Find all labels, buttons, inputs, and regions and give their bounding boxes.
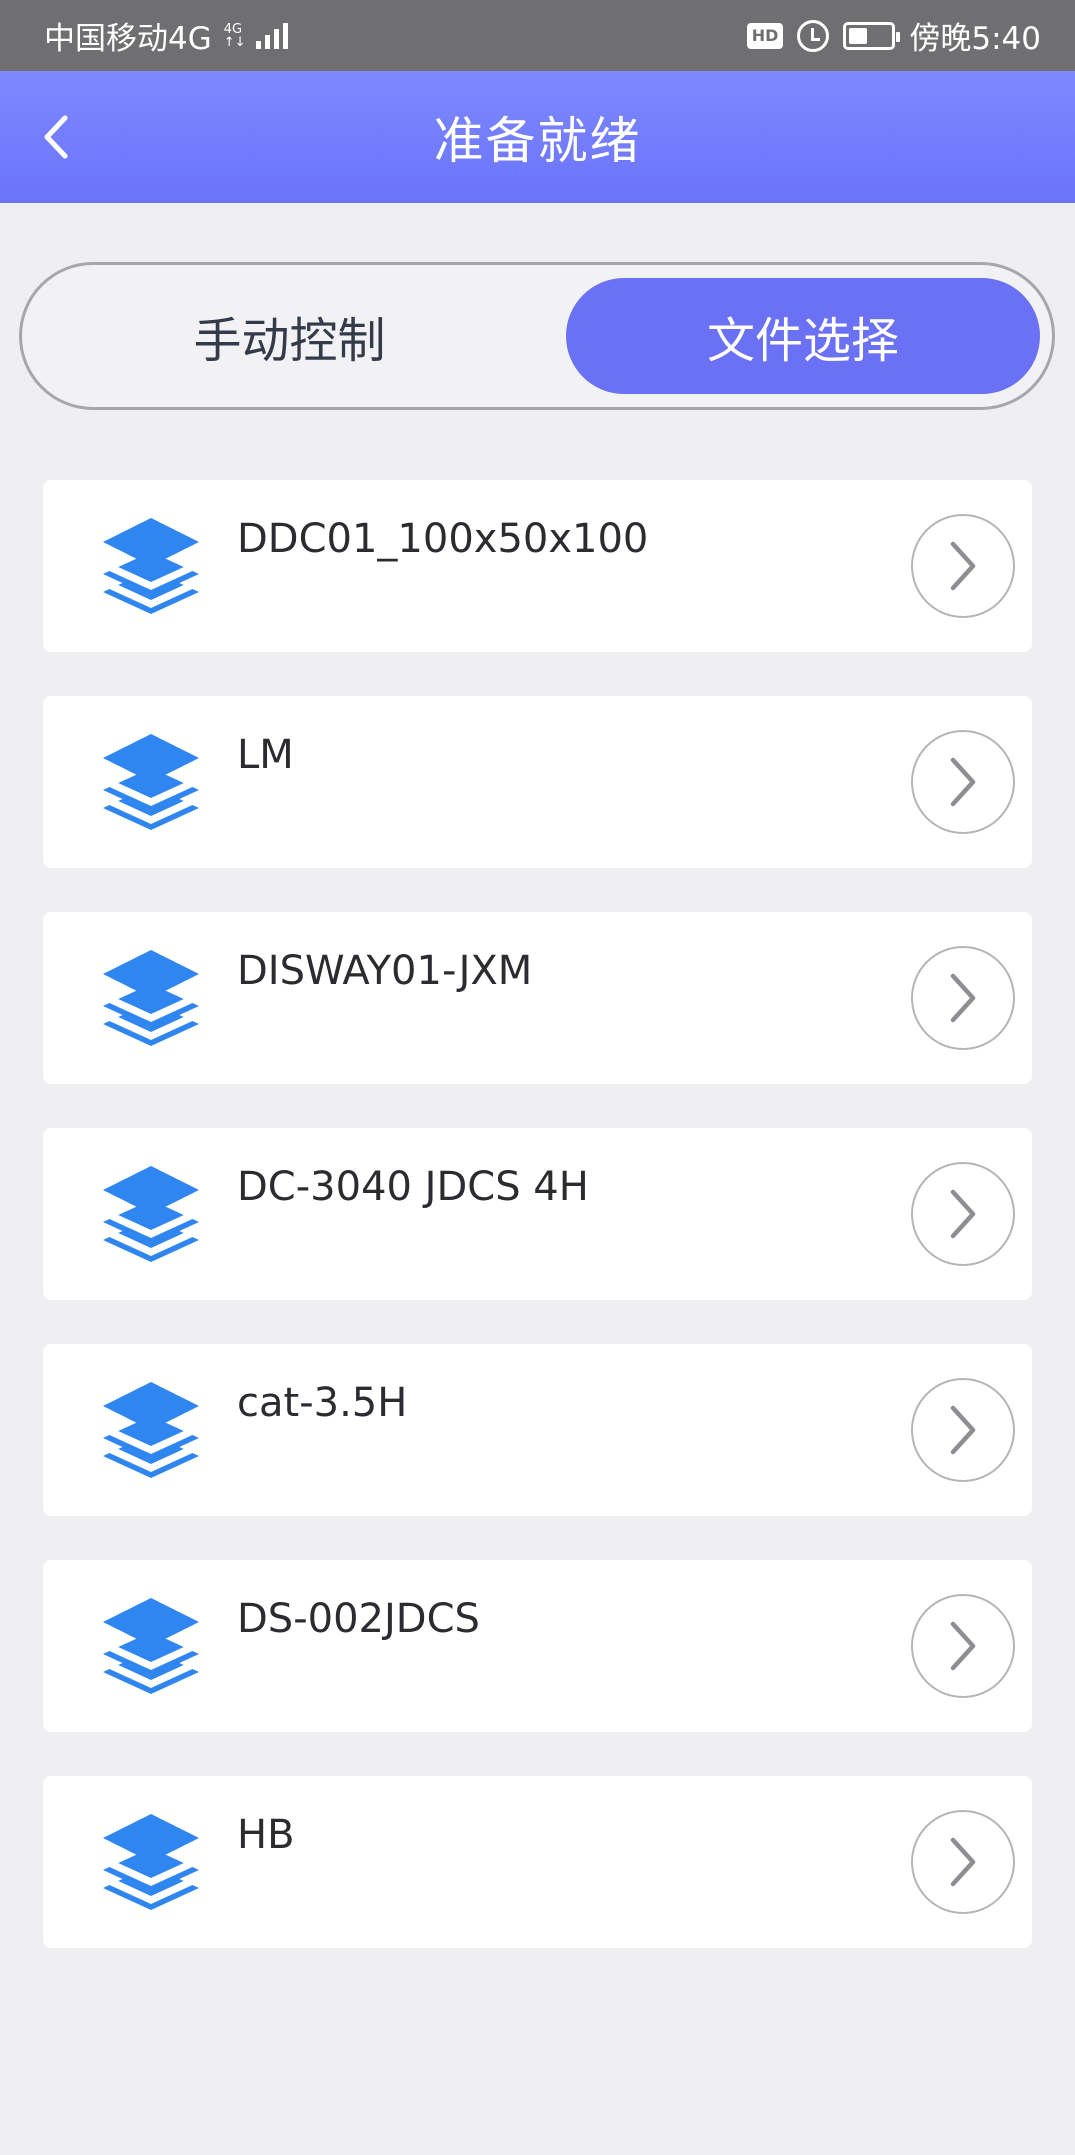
mode-segmented-control: 手动控制 文件选择 — [19, 262, 1055, 410]
list-item[interactable]: DDC01_100x50x100 — [43, 480, 1032, 652]
layers-icon — [103, 1598, 199, 1694]
chevron-left-icon — [44, 115, 68, 159]
status-bar: 中国移动4G 4G ↑↓ HD 傍晚5:40 — [0, 0, 1075, 71]
chevron-right-icon — [950, 1189, 976, 1239]
battery-icon — [843, 21, 901, 50]
open-file-button[interactable] — [911, 1378, 1015, 1482]
open-file-button[interactable] — [911, 514, 1015, 618]
network-indicator: 4G ↑↓ — [224, 23, 246, 49]
file-name: LM — [237, 732, 294, 778]
layers-icon — [103, 1814, 199, 1910]
chevron-right-icon — [950, 541, 976, 591]
network-type-top: 4G — [223, 21, 243, 37]
open-file-button[interactable] — [911, 946, 1015, 1050]
file-name: HB — [237, 1812, 295, 1858]
layers-icon — [103, 1382, 199, 1478]
open-file-button[interactable] — [911, 730, 1015, 834]
layers-icon — [103, 518, 199, 614]
open-file-button[interactable] — [911, 1594, 1015, 1698]
chevron-right-icon — [950, 1405, 976, 1455]
file-name: DS-002JDCS — [237, 1596, 480, 1642]
file-name: DDC01_100x50x100 — [237, 516, 649, 562]
status-right: HD 傍晚5:40 — [746, 13, 1041, 58]
app-header: 准备就绪 — [0, 71, 1075, 203]
list-item[interactable]: cat-3.5H — [43, 1344, 1032, 1516]
chevron-right-icon — [950, 1837, 976, 1887]
battery-fill — [849, 27, 868, 44]
chevron-right-icon — [950, 973, 976, 1023]
list-item[interactable]: HB — [43, 1776, 1032, 1948]
chevron-right-icon — [950, 757, 976, 807]
clock: 傍晚5:40 — [909, 21, 1041, 57]
signal-icon — [255, 22, 288, 49]
layers-icon — [103, 1166, 199, 1262]
file-name: DC-3040 JDCS 4H — [237, 1164, 589, 1210]
open-file-button[interactable] — [911, 1162, 1015, 1266]
layers-icon — [103, 734, 199, 830]
page-title: 准备就绪 — [433, 112, 642, 170]
list-item[interactable]: DC-3040 JDCS 4H — [43, 1128, 1032, 1300]
list-item[interactable]: DISWAY01-JXM — [43, 912, 1032, 1084]
tab-manual-control[interactable]: 手动控制 — [32, 278, 547, 394]
hd-icon: HD — [746, 22, 784, 49]
file-name: cat-3.5H — [237, 1380, 408, 1426]
list-item[interactable]: LM — [43, 696, 1032, 868]
chevron-right-icon — [950, 1621, 976, 1671]
carrier-label: 中国移动4G — [44, 21, 212, 57]
layers-icon — [103, 950, 199, 1046]
network-type-bottom: ↑↓ — [223, 34, 246, 50]
tab-file-select[interactable]: 文件选择 — [566, 278, 1040, 394]
status-left: 中国移动4G 4G ↑↓ — [44, 13, 288, 58]
alarm-icon — [797, 19, 830, 52]
open-file-button[interactable] — [911, 1810, 1015, 1914]
file-name: DISWAY01-JXM — [237, 948, 533, 994]
list-item[interactable]: DS-002JDCS — [43, 1560, 1032, 1732]
back-button[interactable] — [26, 107, 86, 167]
